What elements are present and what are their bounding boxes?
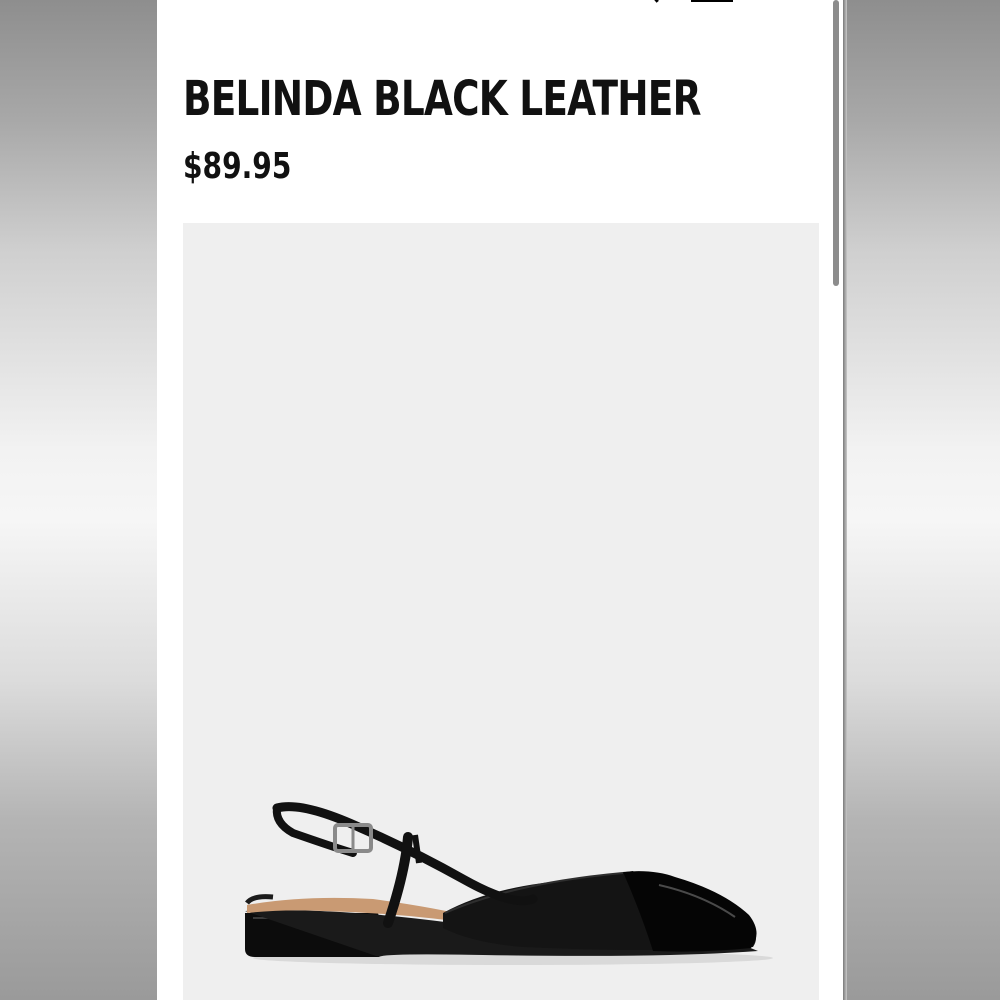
header-icons [647, 0, 733, 2]
blurred-background-right [845, 0, 1000, 1000]
product-price: $89.95 [183, 146, 292, 187]
scrollbar[interactable] [833, 0, 839, 286]
slingback-shoe-icon [245, 802, 773, 965]
bag-icon[interactable] [691, 0, 733, 2]
product-page: BELINDA BLACK LEATHER $89.95 [157, 0, 843, 1000]
blurred-background-left [0, 0, 157, 1000]
product-title: BELINDA BLACK LEATHER [183, 71, 701, 127]
product-image[interactable] [183, 223, 819, 1000]
search-icon[interactable] [647, 0, 661, 2]
phone-edge [843, 0, 847, 1000]
